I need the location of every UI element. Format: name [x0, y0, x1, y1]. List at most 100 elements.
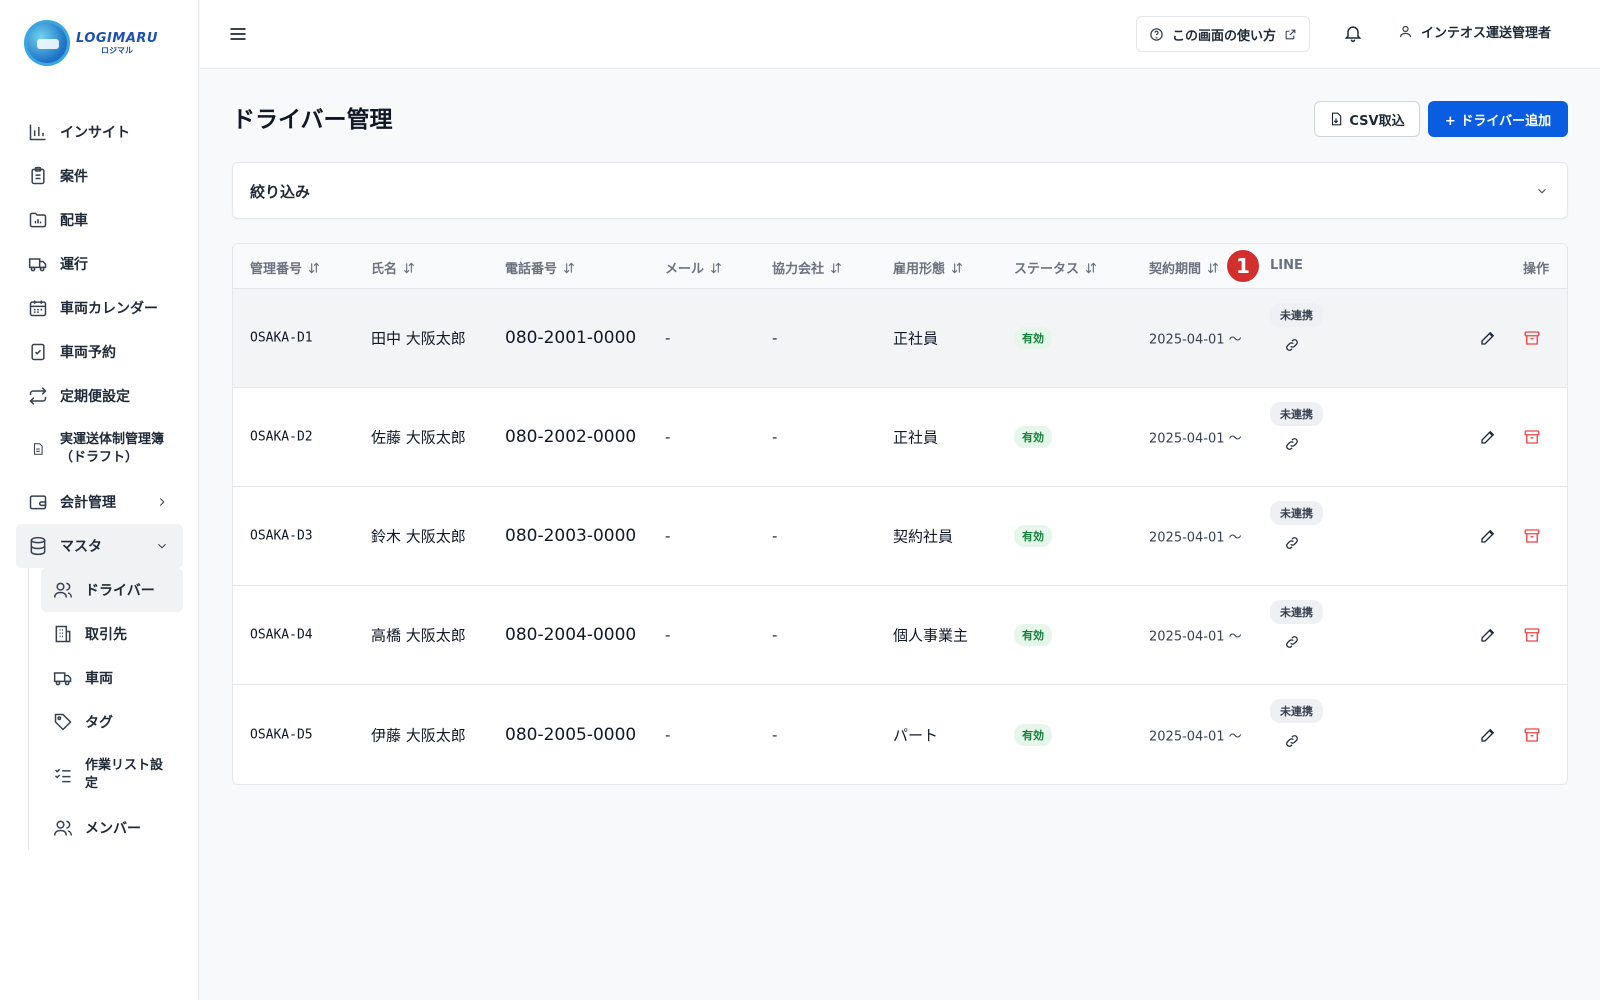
cell-company: -	[772, 329, 778, 347]
menu-toggle-button[interactable]	[226, 22, 250, 46]
archive-icon[interactable]	[1523, 626, 1541, 644]
cell-phone: 080-2002-0000	[505, 427, 637, 447]
table-row[interactable]: OSAKA-D1 田中 大阪太郎 080-2001-0000 - - 正社員 有…	[233, 289, 1567, 388]
table-header: 管理番号 氏名 電話番号 メール 協力会社 雇用形態 ステータス 契約期間 LI…	[233, 244, 1567, 289]
pencil-icon[interactable]	[1479, 329, 1497, 347]
sidebar-item-regular-service[interactable]: 定期便設定	[16, 374, 183, 418]
sidebar-item-operation[interactable]: 運行	[16, 242, 183, 286]
cell-line: 未連携	[1270, 699, 1323, 749]
sidebar-item-label: 実運送体制管理簿	[60, 432, 165, 448]
external-link-icon	[1285, 29, 1296, 39]
cell-period: 2025-04-01 ～	[1149, 729, 1242, 744]
archive-icon[interactable]	[1523, 726, 1541, 744]
status-badge: 有効	[1014, 624, 1052, 646]
table-row[interactable]: OSAKA-D3 鈴木 大阪太郎 080-2003-0000 - - 契約社員 …	[233, 487, 1567, 586]
line-status-badge: 未連携	[1270, 501, 1323, 525]
sidebar-item-projects[interactable]: 案件	[16, 154, 183, 198]
sidebar-item-accounting[interactable]: 会計管理	[16, 480, 183, 524]
sidebar-item-label: 定期便設定	[60, 389, 130, 405]
cell-name: 高橋 大阪太郎	[371, 626, 466, 645]
sort-icon	[1207, 262, 1219, 273]
filter-label: 絞り込み	[250, 183, 311, 201]
cell-line: 未連携	[1270, 303, 1323, 353]
cell-phone: 080-2004-0000	[505, 625, 637, 645]
sidebar-subitem-clients[interactable]: 取引先	[41, 612, 183, 656]
pencil-icon[interactable]	[1479, 527, 1497, 545]
sidebar-item-transport-register[interactable]: 実運送体制管理簿 （ドラフト）	[16, 418, 183, 480]
cell-phone: 080-2005-0000	[505, 724, 637, 745]
column-header-id[interactable]: 管理番号	[250, 258, 321, 277]
sidebar-item-label: 作業リスト設	[85, 758, 164, 774]
sidebar-subitem-drivers[interactable]: ドライバー	[41, 568, 183, 612]
cell-mail: -	[665, 626, 671, 644]
top-bar: この画面の使い方 インテオス運送管理者	[200, 0, 1600, 69]
user-menu[interactable]: インテオス運送管理者	[1398, 22, 1551, 41]
status-badge: 有効	[1014, 327, 1052, 349]
sidebar-item-vehicle-reservation[interactable]: 車両予約	[16, 330, 183, 374]
sidebar-item-label-sub: 定	[85, 776, 99, 791]
link-icon[interactable]	[1284, 436, 1300, 452]
cell-company: -	[772, 527, 778, 545]
table-row[interactable]: OSAKA-D4 高橋 大阪太郎 080-2004-0000 - - 個人事業主…	[233, 586, 1567, 685]
cell-id: OSAKA-D1	[250, 330, 313, 346]
sort-icon	[830, 262, 842, 273]
archive-icon[interactable]	[1523, 329, 1541, 347]
notifications-button[interactable]	[1343, 23, 1365, 45]
status-badge: 有効	[1014, 525, 1052, 547]
cell-line: 未連携	[1270, 402, 1323, 452]
logo[interactable]: LOGIMARU ロジマル	[24, 20, 158, 66]
sidebar-subitem-tags[interactable]: タグ	[41, 700, 183, 744]
link-icon[interactable]	[1284, 337, 1300, 353]
add-driver-button[interactable]: + ドライバー追加	[1428, 101, 1568, 137]
bell-icon	[1344, 26, 1362, 43]
help-button[interactable]: この画面の使い方	[1136, 16, 1311, 52]
line-status-badge: 未連携	[1270, 600, 1323, 624]
cell-id: OSAKA-D4	[250, 627, 313, 643]
column-header-period[interactable]: 契約期間	[1149, 258, 1220, 277]
cell-period: 2025-04-01 ～	[1149, 431, 1242, 447]
column-header-status[interactable]: ステータス	[1014, 258, 1098, 277]
csv-import-button[interactable]: CSV取込	[1314, 101, 1420, 137]
sidebar-item-label: 配車	[60, 213, 88, 229]
link-icon[interactable]	[1284, 733, 1300, 749]
column-header-name[interactable]: 氏名	[371, 258, 416, 277]
sidebar-subitem-members[interactable]: メンバー	[41, 806, 183, 850]
sidebar-item-vehicle-calendar[interactable]: 車両カレンダー	[16, 286, 183, 330]
pencil-icon[interactable]	[1479, 726, 1497, 744]
column-header-mail[interactable]: メール	[665, 258, 723, 277]
sort-icon	[1085, 262, 1097, 273]
link-icon[interactable]	[1284, 535, 1300, 551]
column-header-line: LINE	[1270, 258, 1303, 273]
sidebar-subitem-task-list[interactable]: 作業リスト設 定	[41, 744, 183, 806]
truck-icon	[53, 668, 73, 688]
archive-icon[interactable]	[1523, 527, 1541, 545]
filter-panel[interactable]: 絞り込み	[232, 162, 1568, 219]
user-name: インテオス運送管理者	[1421, 26, 1552, 41]
sidebar-item-dispatch[interactable]: 配車	[16, 198, 183, 242]
table-row[interactable]: OSAKA-D2 佐藤 大阪太郎 080-2002-0000 - - 正社員 有…	[233, 388, 1567, 487]
column-header-employment[interactable]: 雇用形態	[893, 258, 964, 277]
users-icon	[53, 580, 73, 600]
link-icon[interactable]	[1284, 634, 1300, 650]
sidebar-nav: インサイト 案件 配車 運行 車両カレンダー 車両予約 定期便設定 実運送体制管…	[16, 110, 183, 850]
sort-icon	[308, 262, 320, 273]
master-subnav: ドライバー 取引先 車両 タグ 作業リスト設 定 メンバー	[28, 568, 183, 850]
pencil-icon[interactable]	[1479, 428, 1497, 446]
status-badge: 有効	[1014, 426, 1052, 448]
folder-chart-icon	[28, 210, 48, 230]
sidebar-item-master[interactable]: マスタ	[16, 524, 183, 568]
column-header-phone[interactable]: 電話番号	[505, 258, 576, 277]
table-row[interactable]: OSAKA-D5 伊藤 大阪太郎 080-2005-0000 - - パート 有…	[233, 685, 1567, 784]
chevron-right-icon	[155, 495, 169, 509]
sidebar-item-insight[interactable]: インサイト	[16, 110, 183, 154]
hamburger-icon	[230, 28, 246, 40]
sort-icon	[710, 262, 722, 273]
archive-icon[interactable]	[1523, 428, 1541, 446]
pencil-icon[interactable]	[1479, 626, 1497, 644]
cell-id: OSAKA-D5	[250, 727, 313, 742]
sidebar-subitem-vehicles[interactable]: 車両	[41, 656, 183, 700]
column-header-company[interactable]: 協力会社	[772, 258, 843, 277]
cell-employment: 契約社員	[893, 527, 954, 546]
file-import-icon	[1332, 112, 1342, 126]
cell-phone: 080-2001-0000	[505, 328, 637, 348]
